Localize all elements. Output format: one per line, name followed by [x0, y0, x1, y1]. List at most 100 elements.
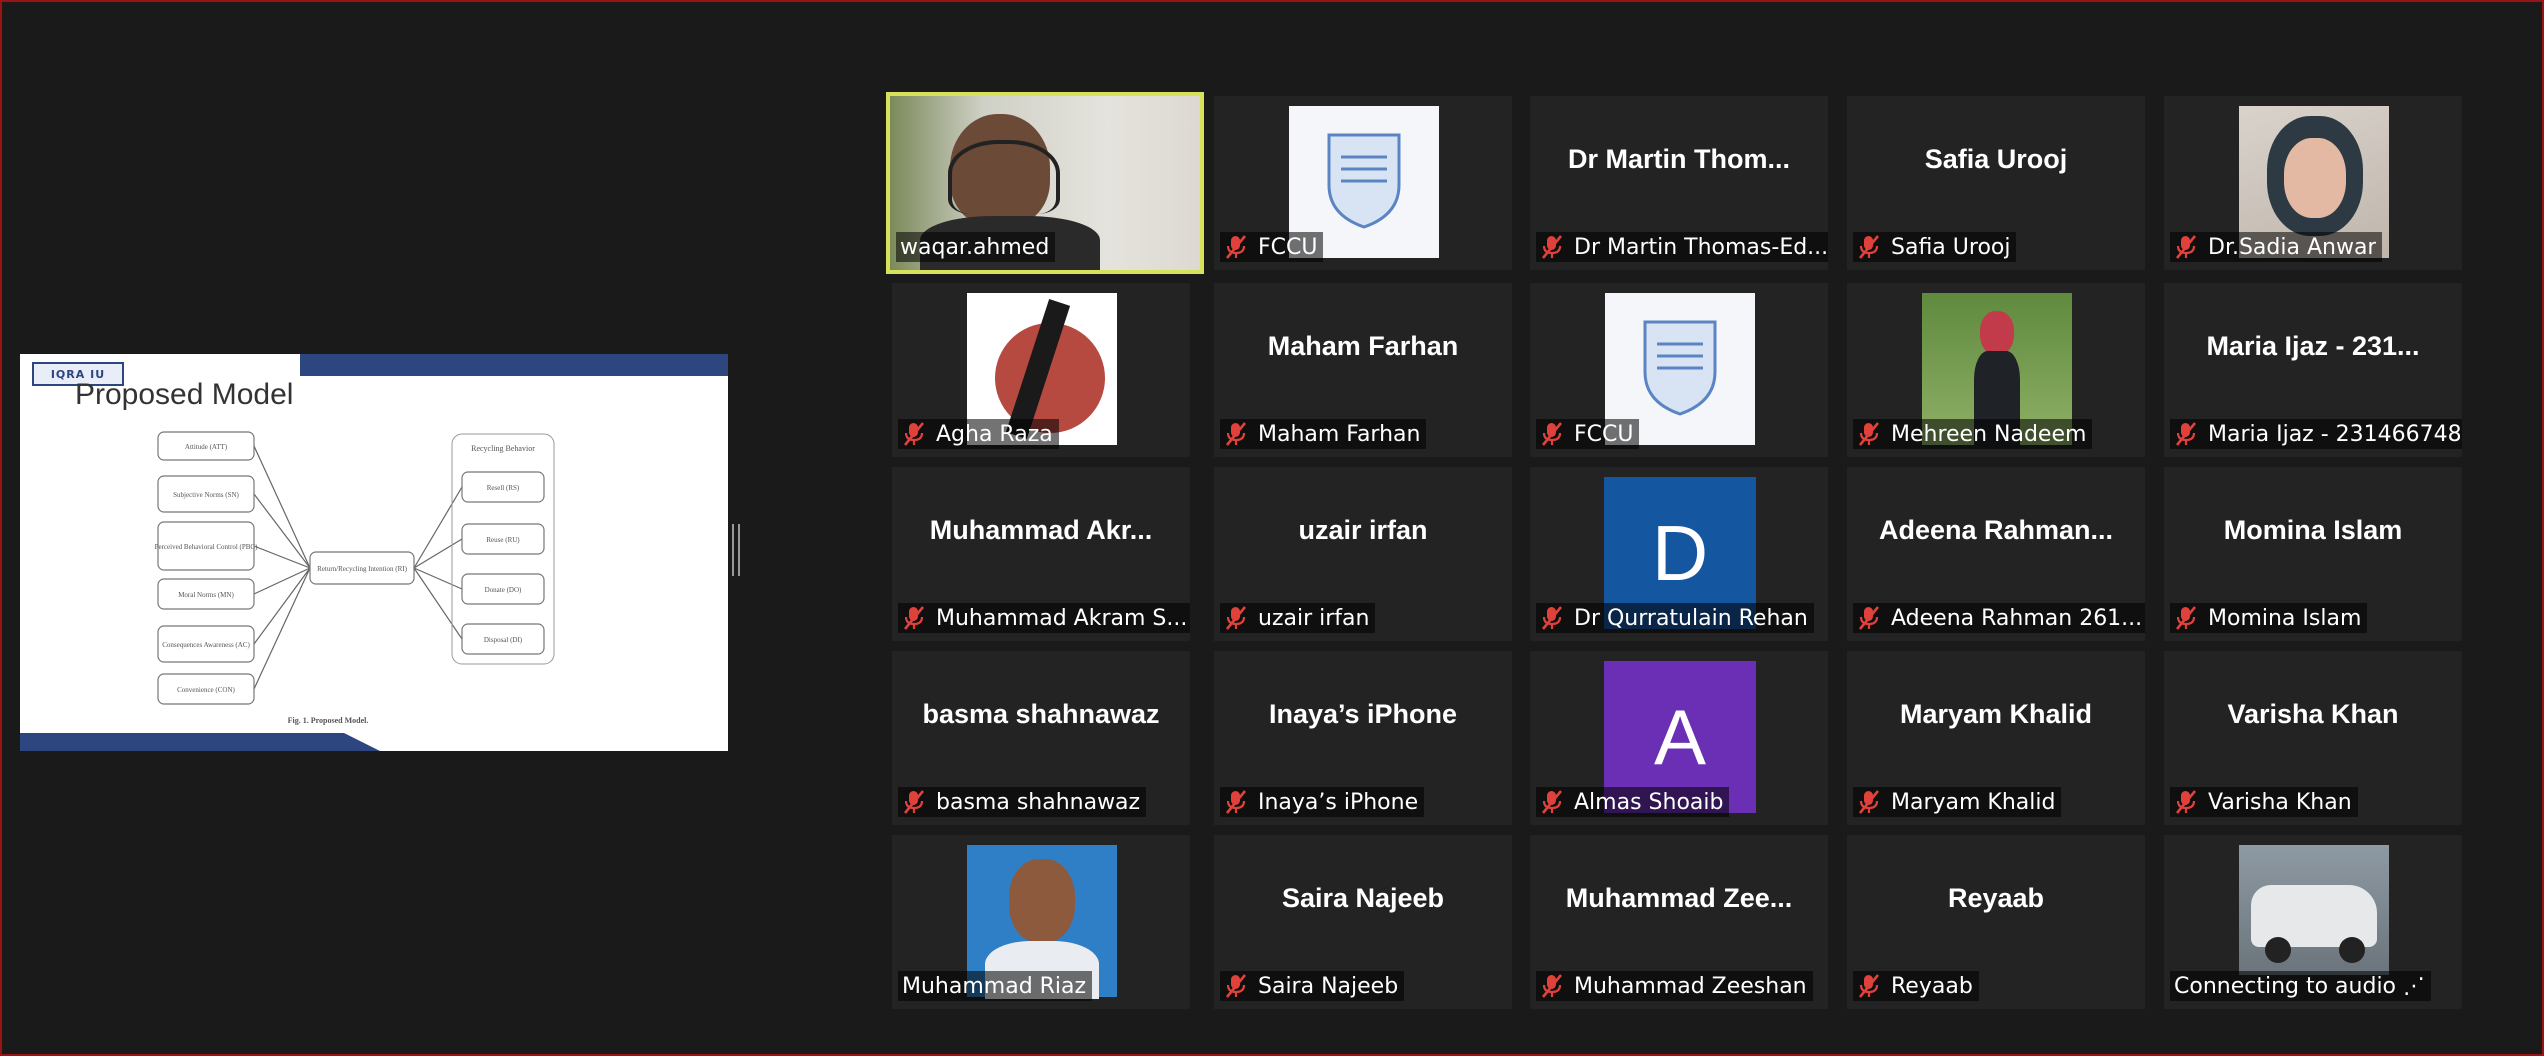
mic-muted-icon: [1857, 605, 1881, 631]
mic-muted-icon: [902, 789, 926, 815]
mic-muted-icon: [1540, 789, 1564, 815]
participant-tile[interactable]: Dr.Sadia Anwar: [2164, 96, 2462, 270]
diagram-label: Moral Norms (MN): [178, 591, 234, 599]
participant-tile[interactable]: Agha Raza: [892, 283, 1190, 457]
participant-display-name: Inaya’s iPhone: [1268, 699, 1458, 729]
mic-muted-icon: [1540, 973, 1564, 999]
input-construct-box: Subjective Norms (SN): [157, 475, 255, 513]
split-view-handle[interactable]: [732, 524, 740, 576]
diagram-label: Convenience (CON): [177, 686, 235, 694]
participant-tile[interactable]: Maryam Khalid Maryam Khalid: [1847, 651, 2145, 825]
participant-tile[interactable]: uzair irfan uzair irfan: [1214, 467, 1512, 641]
participant-display-name: Varisha Khan: [2227, 699, 2399, 729]
diagram-label: Attitude (ATT): [185, 443, 228, 451]
participant-tile[interactable]: Dr Martin Thom... Dr Martin Thomas-Ed...: [1530, 96, 1828, 270]
mic-muted-icon: [1224, 973, 1248, 999]
participant-tile[interactable]: Reyaab Reyaab: [1847, 835, 2145, 1009]
behavior-box: Reuse (RU): [461, 523, 545, 555]
participant-name-label: waqar.ahmed: [896, 232, 1056, 262]
participant-name: basma shahnawaz: [936, 789, 1141, 815]
behavior-group-title: Recycling Behavior: [471, 444, 535, 453]
participant-tile[interactable]: Muhammad Riaz: [892, 835, 1190, 1009]
participant-name-label: FCCU: [1220, 232, 1324, 262]
participant-name: FCCU: [1574, 421, 1634, 447]
mic-muted-icon: [1540, 421, 1564, 447]
participant-name-label: basma shahnawaz: [898, 787, 1147, 817]
participant-tile[interactable]: Saira Najeeb Saira Najeeb: [1214, 835, 1512, 1009]
diagram-label: Reuse (RU): [486, 536, 520, 544]
participant-tile[interactable]: Mehreen Nadeem: [1847, 283, 2145, 457]
participant-name: Almas Shoaib: [1574, 789, 1724, 815]
diagram-label: Disposal (DI): [484, 636, 523, 644]
participant-name: Muhammad Zeeshan: [1574, 973, 1807, 999]
participant-display-name: Safia Urooj: [1924, 144, 2068, 174]
participant-tile[interactable]: A Almas Shoaib: [1530, 651, 1828, 825]
participant-tile[interactable]: D Dr Qurratulain Rehan: [1530, 467, 1828, 641]
participant-name-label: Maryam Khalid: [1853, 787, 2062, 817]
participant-tile[interactable]: FCCU: [1214, 96, 1512, 270]
mic-muted-icon: [1224, 421, 1248, 447]
participant-tile[interactable]: Connecting to audio ⋰: [2164, 835, 2462, 1009]
participant-tile[interactable]: basma shahnawaz basma shahnawaz: [892, 651, 1190, 825]
participant-tile[interactable]: Maria Ijaz - 231... Maria Ijaz - 23146674…: [2164, 283, 2462, 457]
participant-display-name: basma shahnawaz: [922, 699, 1160, 729]
participant-name-label: Dr.Sadia Anwar: [2170, 232, 2383, 262]
participant-display-name: Maryam Khalid: [1899, 699, 2093, 729]
zoom-window: IQRA IU Proposed Model Recycling Behavio…: [0, 0, 2544, 1056]
mic-muted-icon: [2174, 789, 2198, 815]
participant-name-label: FCCU: [1536, 419, 1640, 449]
mic-muted-icon: [1857, 973, 1881, 999]
mic-muted-icon: [1224, 234, 1248, 260]
participant-tile[interactable]: Muhammad Zee... Muhammad Zeeshan: [1530, 835, 1828, 1009]
mic-muted-icon: [1857, 789, 1881, 815]
participant-name-label: uzair irfan: [1220, 603, 1376, 633]
participant-name-label: Muhammad Riaz: [898, 971, 1093, 1001]
participant-name-label: Inaya’s iPhone: [1220, 787, 1425, 817]
participant-name-label: Mehreen Nadeem: [1853, 419, 2093, 449]
participant-name: Saira Najeeb: [1258, 973, 1399, 999]
participant-name: Maria Ijaz - 231466748: [2208, 421, 2460, 447]
participant-name: Dr.Sadia Anwar: [2208, 234, 2377, 260]
participant-tile[interactable]: FCCU: [1530, 283, 1828, 457]
participant-name: Inaya’s iPhone: [1258, 789, 1419, 815]
participant-tile[interactable]: Momina Islam Momina Islam: [2164, 467, 2462, 641]
participant-name-label: Dr Qurratulain Rehan: [1536, 603, 1814, 633]
participant-tile[interactable]: Adeena Rahman... Adeena Rahman 261...: [1847, 467, 2145, 641]
diagram-label: Resell (RS): [487, 484, 520, 492]
participant-name-label: Reyaab: [1853, 971, 1979, 1001]
participant-tile[interactable]: waqar.ahmed: [886, 92, 1204, 274]
participant-name: Safia Urooj: [1891, 234, 2011, 260]
mic-muted-icon: [1857, 421, 1881, 447]
participant-display-name: Maria Ijaz - 231...: [2206, 331, 2420, 361]
behavior-box: Disposal (DI): [461, 623, 545, 655]
participant-tile[interactable]: Inaya’s iPhone Inaya’s iPhone: [1214, 651, 1512, 825]
mic-muted-icon: [1540, 605, 1564, 631]
participant-name: Momina Islam: [2208, 605, 2362, 631]
participant-tile[interactable]: Safia Urooj Safia Urooj: [1847, 96, 2145, 270]
participant-name: Reyaab: [1891, 973, 1973, 999]
participant-name: Muhammad Riaz: [902, 973, 1087, 999]
mic-muted-icon: [902, 605, 926, 631]
mic-muted-icon: [1224, 789, 1248, 815]
participant-name: Maham Farhan: [1258, 421, 1421, 447]
participant-name: uzair irfan: [1258, 605, 1370, 631]
intention-box: Return/Recycling Intention (RI): [309, 551, 415, 585]
participant-tile[interactable]: Muhammad Akr... Muhammad Akram S...: [892, 467, 1190, 641]
participant-display-name: Saira Najeeb: [1281, 883, 1445, 913]
behavior-box: Donate (DO): [461, 573, 545, 605]
participant-name-label: Almas Shoaib: [1536, 787, 1730, 817]
participant-name-label: Saira Najeeb: [1220, 971, 1405, 1001]
participant-display-name: Adeena Rahman...: [1878, 515, 2114, 545]
participant-name-label: Adeena Rahman 261...: [1853, 603, 2145, 633]
participant-tile[interactable]: Maham Farhan Maham Farhan: [1214, 283, 1512, 457]
diagram-label: Perceived Behavioral Control (PBC): [155, 543, 259, 551]
participant-name: Muhammad Akram S...: [936, 605, 1188, 631]
participant-display-name: Momina Islam: [2223, 515, 2403, 545]
mic-muted-icon: [1540, 234, 1564, 260]
participant-name-label: Connecting to audio ⋰: [2170, 971, 2432, 1001]
input-construct-box: Convenience (CON): [157, 673, 255, 705]
input-construct-box: Moral Norms (MN): [157, 578, 255, 610]
participant-name: waqar.ahmed: [900, 234, 1050, 260]
shared-screen[interactable]: IQRA IU Proposed Model Recycling Behavio…: [20, 354, 728, 751]
participant-tile[interactable]: Varisha Khan Varisha Khan: [2164, 651, 2462, 825]
